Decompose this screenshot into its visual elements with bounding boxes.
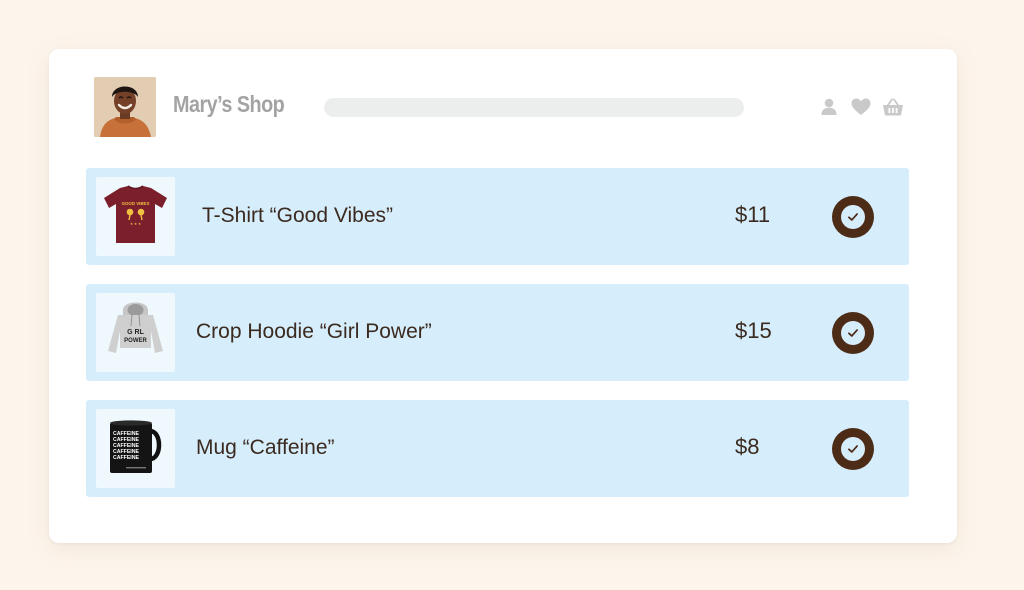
- tshirt-icon: GOOD VIBES ★ ★ ★: [104, 185, 167, 243]
- user-icon[interactable]: [818, 97, 840, 117]
- product-name[interactable]: T-Shirt “Good Vibes”: [202, 204, 393, 228]
- product-name[interactable]: Crop Hoodie “Girl Power”: [196, 320, 432, 344]
- svg-text:CAFFEINE: CAFFEINE: [113, 455, 139, 461]
- product-name[interactable]: Mug “Caffeine”: [196, 436, 335, 460]
- mug-icon: CAFFEINE CAFFEINE CAFFEINE CAFFEINE CAFF…: [110, 420, 162, 473]
- hoodie-image: G RL POWER: [96, 293, 175, 372]
- product-row[interactable]: G RL POWER Crop Hoodie “Girl Power” $15: [86, 284, 909, 381]
- avatar-photo-icon: [94, 77, 156, 137]
- shop-title[interactable]: Mary’s Shop: [173, 91, 285, 118]
- mug-image: CAFFEINE CAFFEINE CAFFEINE CAFFEINE CAFF…: [96, 409, 175, 488]
- shop-card: Mary’s Shop GOOD VIBES ★ ★ ★ T-Shirt “Go…: [49, 49, 957, 543]
- product-row[interactable]: GOOD VIBES ★ ★ ★ T-Shirt “Good Vibes” $1…: [86, 168, 909, 265]
- search-input[interactable]: [324, 98, 744, 117]
- checkmark-icon: [841, 437, 865, 461]
- product-list: GOOD VIBES ★ ★ ★ T-Shirt “Good Vibes” $1…: [86, 168, 909, 516]
- svg-text:G RL: G RL: [127, 329, 144, 336]
- shop-header: Mary’s Shop: [94, 77, 904, 137]
- hoodie-icon: G RL POWER: [108, 302, 163, 353]
- basket-icon[interactable]: [882, 97, 904, 117]
- product-price: $15: [735, 318, 772, 343]
- checkmark-icon: [841, 205, 865, 229]
- svg-text:★ ★ ★: ★ ★ ★: [130, 222, 141, 226]
- check-button[interactable]: [832, 312, 874, 354]
- checkmark-icon: [841, 321, 865, 345]
- tshirt-image: GOOD VIBES ★ ★ ★: [96, 177, 175, 256]
- product-row[interactable]: CAFFEINE CAFFEINE CAFFEINE CAFFEINE CAFF…: [86, 400, 909, 497]
- product-price: $11: [735, 202, 771, 227]
- svg-text:POWER: POWER: [124, 338, 147, 344]
- product-price: $8: [735, 434, 760, 459]
- avatar[interactable]: [94, 77, 156, 137]
- check-button[interactable]: [832, 428, 874, 470]
- check-button[interactable]: [832, 196, 874, 238]
- svg-text:GOOD VIBES: GOOD VIBES: [122, 201, 150, 206]
- heart-icon[interactable]: [850, 97, 872, 117]
- header-icons: [818, 97, 904, 117]
